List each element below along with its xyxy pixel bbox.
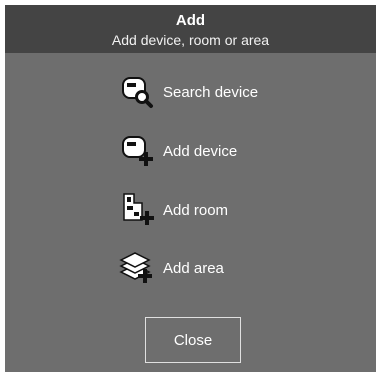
menu-item-label: Search device	[163, 83, 259, 101]
dialog-subtitle: Add device, room or area	[111, 32, 270, 48]
menu-item-add-device[interactable]: Add device	[117, 131, 237, 171]
menu-item-add-room[interactable]: Add room	[117, 190, 228, 230]
close-button[interactable]: Close	[145, 317, 241, 363]
add-device-icon	[117, 131, 157, 171]
menu-item-label: Add device	[163, 142, 238, 160]
menu-item-search-device[interactable]: Search device	[117, 72, 258, 112]
dialog-header: Add Add device, room or area	[5, 5, 376, 53]
menu-item-label: Add room	[163, 201, 229, 219]
add-dialog: Add Add device, room or area Search devi…	[5, 5, 376, 372]
menu-item-add-area[interactable]: Add area	[117, 248, 224, 288]
dialog-title: Add	[175, 12, 206, 29]
add-area-icon	[117, 248, 157, 288]
add-room-icon	[117, 190, 157, 230]
menu-item-label: Add area	[163, 259, 224, 277]
search-device-icon	[117, 72, 157, 112]
